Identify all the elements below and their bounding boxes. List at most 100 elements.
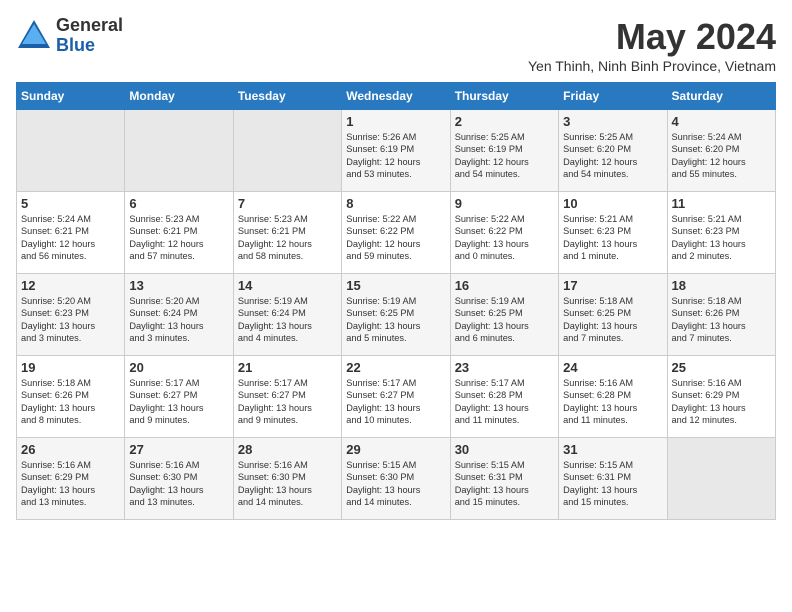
cell-content: Sunrise: 5:17 AMSunset: 6:27 PMDaylight:… [346, 377, 445, 427]
calendar-cell: 9Sunrise: 5:22 AMSunset: 6:22 PMDaylight… [450, 192, 558, 274]
logo-text: General Blue [56, 16, 123, 56]
calendar-cell: 16 Sunrise: 5:19 AMSunset: 6:25 PMDayligh… [450, 274, 558, 356]
day-number: 19 [21, 360, 120, 375]
day-number: 26 [21, 442, 120, 457]
calendar-cell [125, 110, 233, 192]
cell-content: Sunrise: 5:25 AMSunset: 6:19 PMDaylight:… [455, 131, 554, 181]
calendar-cell: 19 Sunrise: 5:18 AMSunset: 6:26 PMDayligh… [17, 356, 125, 438]
title-block: May 2024 Yen Thinh, Ninh Binh Province, … [528, 16, 776, 74]
cell-content: Sunrise: 5:21 AMSunset: 6:23 PMDaylight:… [672, 213, 771, 263]
calendar-table: SundayMondayTuesdayWednesdayThursdayFrid… [16, 82, 776, 520]
cell-content: Sunrise: 5:16 AMSunset: 6:29 PMDaylight:… [21, 459, 120, 509]
cell-content: Sunrise: 5:15 AMSunset: 6:30 PMDaylight:… [346, 459, 445, 509]
calendar-cell: 26 Sunrise: 5:16 AMSunset: 6:29 PMDayligh… [17, 438, 125, 520]
day-number: 13 [129, 278, 228, 293]
cell-content: Sunrise: 5:23 AMSunset: 6:21 PMDaylight:… [238, 213, 337, 263]
day-number: 31 [563, 442, 662, 457]
day-number: 22 [346, 360, 445, 375]
header-day-thursday: Thursday [450, 83, 558, 110]
calendar-cell: 18Sunrise: 5:18 AMSunset: 6:26 PMDayligh… [667, 274, 775, 356]
calendar-cell: 29 Sunrise: 5:15 AMSunset: 6:30 PMDayligh… [342, 438, 450, 520]
header-day-wednesday: Wednesday [342, 83, 450, 110]
calendar-cell: 2 Sunrise: 5:25 AMSunset: 6:19 PMDaylight… [450, 110, 558, 192]
header-day-monday: Monday [125, 83, 233, 110]
week-row-4: 26 Sunrise: 5:16 AMSunset: 6:29 PMDayligh… [17, 438, 776, 520]
day-number: 2 [455, 114, 554, 129]
calendar-cell: 1Sunrise: 5:26 AMSunset: 6:19 PMDaylight… [342, 110, 450, 192]
day-number: 30 [455, 442, 554, 457]
calendar-cell: 22 Sunrise: 5:17 AMSunset: 6:27 PMDayligh… [342, 356, 450, 438]
cell-content: Sunrise: 5:16 AMSunset: 6:30 PMDaylight:… [238, 459, 337, 509]
cell-content: Sunrise: 5:25 AMSunset: 6:20 PMDaylight:… [563, 131, 662, 181]
calendar-cell: 24Sunrise: 5:16 AMSunset: 6:28 PMDayligh… [559, 356, 667, 438]
month-year: May 2024 [528, 16, 776, 58]
header-row: SundayMondayTuesdayWednesdayThursdayFrid… [17, 83, 776, 110]
cell-content: Sunrise: 5:17 AMSunset: 6:27 PMDaylight:… [129, 377, 228, 427]
cell-content: Sunrise: 5:15 AMSunset: 6:31 PMDaylight:… [455, 459, 554, 509]
day-number: 28 [238, 442, 337, 457]
calendar-cell: 28 Sunrise: 5:16 AMSunset: 6:30 PMDayligh… [233, 438, 341, 520]
week-row-0: 1Sunrise: 5:26 AMSunset: 6:19 PMDaylight… [17, 110, 776, 192]
calendar-cell: 23Sunrise: 5:17 AMSunset: 6:28 PMDayligh… [450, 356, 558, 438]
calendar-cell: 27 Sunrise: 5:16 AMSunset: 6:30 PMDayligh… [125, 438, 233, 520]
day-number: 7 [238, 196, 337, 211]
cell-content: Sunrise: 5:23 AMSunset: 6:21 PMDaylight:… [129, 213, 228, 263]
cell-content: Sunrise: 5:17 AMSunset: 6:27 PMDaylight:… [238, 377, 337, 427]
cell-content: Sunrise: 5:21 AMSunset: 6:23 PMDaylight:… [563, 213, 662, 263]
cell-content: Sunrise: 5:19 AMSunset: 6:24 PMDaylight:… [238, 295, 337, 345]
calendar-cell: 8 Sunrise: 5:22 AMSunset: 6:22 PMDaylight… [342, 192, 450, 274]
day-number: 8 [346, 196, 445, 211]
cell-content: Sunrise: 5:16 AMSunset: 6:29 PMDaylight:… [672, 377, 771, 427]
calendar-cell: 21 Sunrise: 5:17 AMSunset: 6:27 PMDayligh… [233, 356, 341, 438]
day-number: 6 [129, 196, 228, 211]
location: Yen Thinh, Ninh Binh Province, Vietnam [528, 58, 776, 74]
calendar-cell: 11Sunrise: 5:21 AMSunset: 6:23 PMDayligh… [667, 192, 775, 274]
cell-content: Sunrise: 5:24 AMSunset: 6:20 PMDaylight:… [672, 131, 771, 181]
calendar-cell: 25 Sunrise: 5:16 AMSunset: 6:29 PMDayligh… [667, 356, 775, 438]
calendar-cell [17, 110, 125, 192]
calendar-cell: 4 Sunrise: 5:24 AMSunset: 6:20 PMDaylight… [667, 110, 775, 192]
calendar-cell: 5 Sunrise: 5:24 AMSunset: 6:21 PMDaylight… [17, 192, 125, 274]
day-number: 14 [238, 278, 337, 293]
logo-icon [16, 18, 52, 54]
calendar-cell: 13Sunrise: 5:20 AMSunset: 6:24 PMDayligh… [125, 274, 233, 356]
day-number: 12 [21, 278, 120, 293]
cell-content: Sunrise: 5:24 AMSunset: 6:21 PMDaylight:… [21, 213, 120, 263]
week-row-1: 5 Sunrise: 5:24 AMSunset: 6:21 PMDaylight… [17, 192, 776, 274]
day-number: 24 [563, 360, 662, 375]
calendar-cell [233, 110, 341, 192]
calendar-cell: 12Sunrise: 5:20 AMSunset: 6:23 PMDayligh… [17, 274, 125, 356]
week-row-3: 19 Sunrise: 5:18 AMSunset: 6:26 PMDayligh… [17, 356, 776, 438]
day-number: 20 [129, 360, 228, 375]
day-number: 5 [21, 196, 120, 211]
calendar-cell: 20 Sunrise: 5:17 AMSunset: 6:27 PMDayligh… [125, 356, 233, 438]
day-number: 9 [455, 196, 554, 211]
cell-content: Sunrise: 5:19 AMSunset: 6:25 PMDaylight:… [455, 295, 554, 345]
day-number: 15 [346, 278, 445, 293]
day-number: 4 [672, 114, 771, 129]
day-number: 25 [672, 360, 771, 375]
day-number: 21 [238, 360, 337, 375]
day-number: 16 [455, 278, 554, 293]
day-number: 23 [455, 360, 554, 375]
header-day-tuesday: Tuesday [233, 83, 341, 110]
logo-blue-text: Blue [56, 36, 123, 56]
day-number: 29 [346, 442, 445, 457]
calendar-cell: 30 Sunrise: 5:15 AMSunset: 6:31 PMDayligh… [450, 438, 558, 520]
calendar-cell: 15 Sunrise: 5:19 AMSunset: 6:25 PMDayligh… [342, 274, 450, 356]
cell-content: Sunrise: 5:26 AMSunset: 6:19 PMDaylight:… [346, 131, 445, 181]
cell-content: Sunrise: 5:18 AMSunset: 6:26 PMDaylight:… [21, 377, 120, 427]
calendar-header: SundayMondayTuesdayWednesdayThursdayFrid… [17, 83, 776, 110]
cell-content: Sunrise: 5:16 AMSunset: 6:30 PMDaylight:… [129, 459, 228, 509]
day-number: 10 [563, 196, 662, 211]
header-day-friday: Friday [559, 83, 667, 110]
calendar-cell [667, 438, 775, 520]
cell-content: Sunrise: 5:22 AMSunset: 6:22 PMDaylight:… [346, 213, 445, 263]
page-header: General Blue May 2024 Yen Thinh, Ninh Bi… [16, 16, 776, 74]
day-number: 27 [129, 442, 228, 457]
calendar-cell: 14 Sunrise: 5:19 AMSunset: 6:24 PMDayligh… [233, 274, 341, 356]
cell-content: Sunrise: 5:19 AMSunset: 6:25 PMDaylight:… [346, 295, 445, 345]
cell-content: Sunrise: 5:15 AMSunset: 6:31 PMDaylight:… [563, 459, 662, 509]
calendar-cell: 17Sunrise: 5:18 AMSunset: 6:25 PMDayligh… [559, 274, 667, 356]
day-number: 17 [563, 278, 662, 293]
